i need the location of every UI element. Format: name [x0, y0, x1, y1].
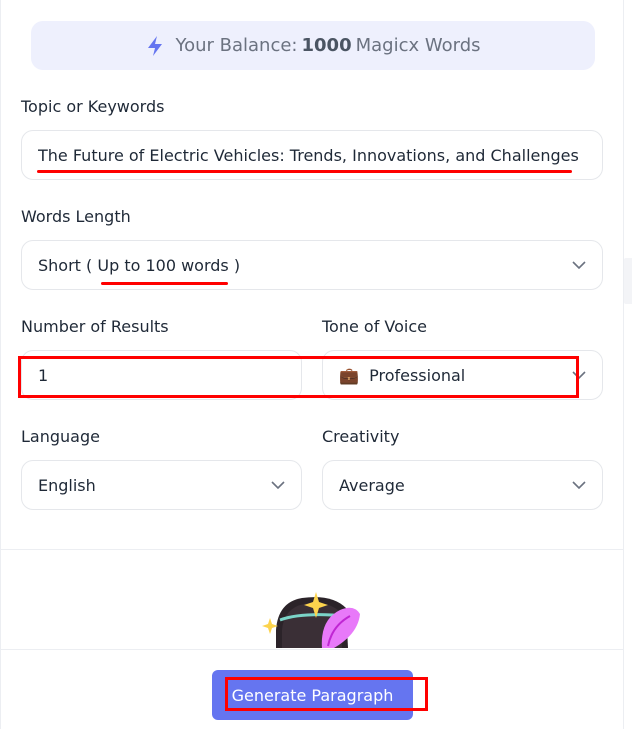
chevron-down-icon	[271, 481, 285, 489]
balance-amount: 1000	[301, 35, 352, 56]
balance-banner: Your Balance: 1000 Magicx Words	[31, 21, 595, 70]
chevron-down-icon	[572, 481, 586, 489]
annotation-box-generate	[225, 677, 428, 711]
annotation-underline-topic	[37, 170, 572, 173]
topic-input-value: The Future of Electric Vehicles: Trends,…	[38, 145, 579, 165]
words-length-suffix: )	[233, 255, 241, 275]
lightning-bolt-icon	[148, 35, 163, 56]
language-value: English	[38, 475, 96, 495]
section-divider	[1, 549, 623, 550]
language-label: Language	[21, 427, 100, 446]
creativity-value: Average	[339, 475, 405, 495]
words-length-label: Words Length	[21, 207, 131, 226]
adjacent-panel-edge	[624, 0, 632, 729]
magic-chest-icon	[262, 592, 360, 648]
panel-left-border	[0, 0, 1, 729]
annotation-underline-words	[101, 282, 228, 285]
words-length-prefix: Short (	[38, 255, 93, 275]
language-select[interactable]: English	[21, 460, 302, 510]
balance-unit: Magicx Words	[355, 35, 481, 56]
footer-divider	[1, 649, 623, 650]
topic-label: Topic or Keywords	[21, 97, 165, 116]
balance-prefix: Your Balance:	[175, 35, 298, 56]
annotation-box-results-tone	[18, 356, 579, 398]
tone-of-voice-label: Tone of Voice	[322, 317, 427, 336]
creativity-label: Creativity	[322, 427, 400, 446]
adjacent-panel-tab	[624, 258, 632, 304]
chevron-down-icon	[572, 261, 586, 269]
words-length-value: Short ( Up to 100 words )	[38, 256, 572, 275]
words-length-highlight: Up to 100 words	[97, 255, 229, 275]
creativity-select[interactable]: Average	[322, 460, 603, 510]
number-of-results-label: Number of Results	[21, 317, 169, 336]
